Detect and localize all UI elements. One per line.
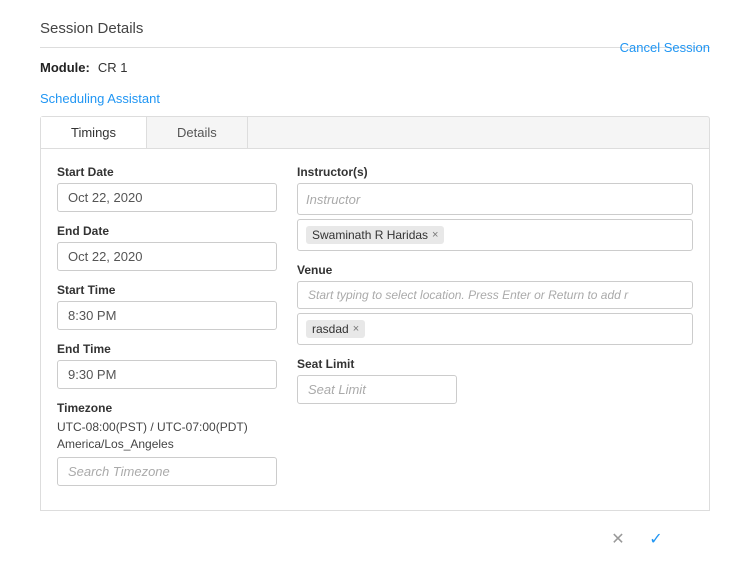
tab-timings[interactable]: Timings xyxy=(41,117,147,148)
instructor-tag-remove[interactable]: × xyxy=(432,229,438,241)
seat-limit-group: Seat Limit xyxy=(297,357,693,404)
start-date-label: Start Date xyxy=(57,165,277,179)
seat-limit-label: Seat Limit xyxy=(297,357,693,371)
timezone-text: UTC-08:00(PST) / UTC-07:00(PDT) America/… xyxy=(57,419,277,453)
instructors-group: Instructor(s) Instructor Swaminath R Har… xyxy=(297,165,693,251)
confirm-icon: ✓ xyxy=(649,529,662,549)
instructor-placeholder: Instructor xyxy=(306,192,360,207)
end-time-input[interactable] xyxy=(57,360,277,389)
seat-limit-input[interactable] xyxy=(297,375,457,404)
footer-buttons: ✕ ✓ xyxy=(40,515,710,563)
timezone-group: Timezone UTC-08:00(PST) / UTC-07:00(PDT)… xyxy=(57,401,277,486)
cancel-icon: ✕ xyxy=(611,529,624,549)
instructor-tags-area[interactable]: Swaminath R Haridas × xyxy=(297,219,693,251)
instructor-tag-label: Swaminath R Haridas xyxy=(312,228,428,242)
instructor-input-area[interactable]: Instructor xyxy=(297,183,693,215)
form-area: Start Date End Date Start Time End Time xyxy=(40,149,710,511)
right-column: Instructor(s) Instructor Swaminath R Har… xyxy=(297,165,693,498)
tab-details[interactable]: Details xyxy=(147,117,248,148)
end-date-group: End Date xyxy=(57,224,277,271)
end-time-group: End Time xyxy=(57,342,277,389)
start-time-input[interactable] xyxy=(57,301,277,330)
confirm-button[interactable]: ✓ xyxy=(642,525,670,553)
venue-tag-remove[interactable]: × xyxy=(353,323,359,335)
end-date-input[interactable] xyxy=(57,242,277,271)
end-date-label: End Date xyxy=(57,224,277,238)
module-label: Module: xyxy=(40,60,90,75)
venue-input[interactable]: Start typing to select location. Press E… xyxy=(297,281,693,309)
scheduling-assistant-link[interactable]: Scheduling Assistant xyxy=(40,91,710,106)
venue-tag-label: rasdad xyxy=(312,322,349,336)
left-column: Start Date End Date Start Time End Time xyxy=(57,165,277,498)
venue-tag: rasdad × xyxy=(306,320,365,338)
instructor-tag: Swaminath R Haridas × xyxy=(306,226,444,244)
section-title: Session Details xyxy=(40,20,710,48)
venue-label: Venue xyxy=(297,263,693,277)
end-time-label: End Time xyxy=(57,342,277,356)
timezone-search-input[interactable] xyxy=(57,457,277,486)
venue-tags-area[interactable]: rasdad × xyxy=(297,313,693,345)
start-date-group: Start Date xyxy=(57,165,277,212)
venue-group: Venue Start typing to select location. P… xyxy=(297,263,693,345)
timezone-label: Timezone xyxy=(57,401,277,415)
instructors-label: Instructor(s) xyxy=(297,165,693,179)
module-value: CR 1 xyxy=(98,60,128,75)
start-time-group: Start Time xyxy=(57,283,277,330)
start-date-input[interactable] xyxy=(57,183,277,212)
cancel-session-link[interactable]: Cancel Session xyxy=(620,40,710,55)
tabs-bar: Timings Details xyxy=(40,116,710,149)
start-time-label: Start Time xyxy=(57,283,277,297)
cancel-button[interactable]: ✕ xyxy=(604,525,632,553)
